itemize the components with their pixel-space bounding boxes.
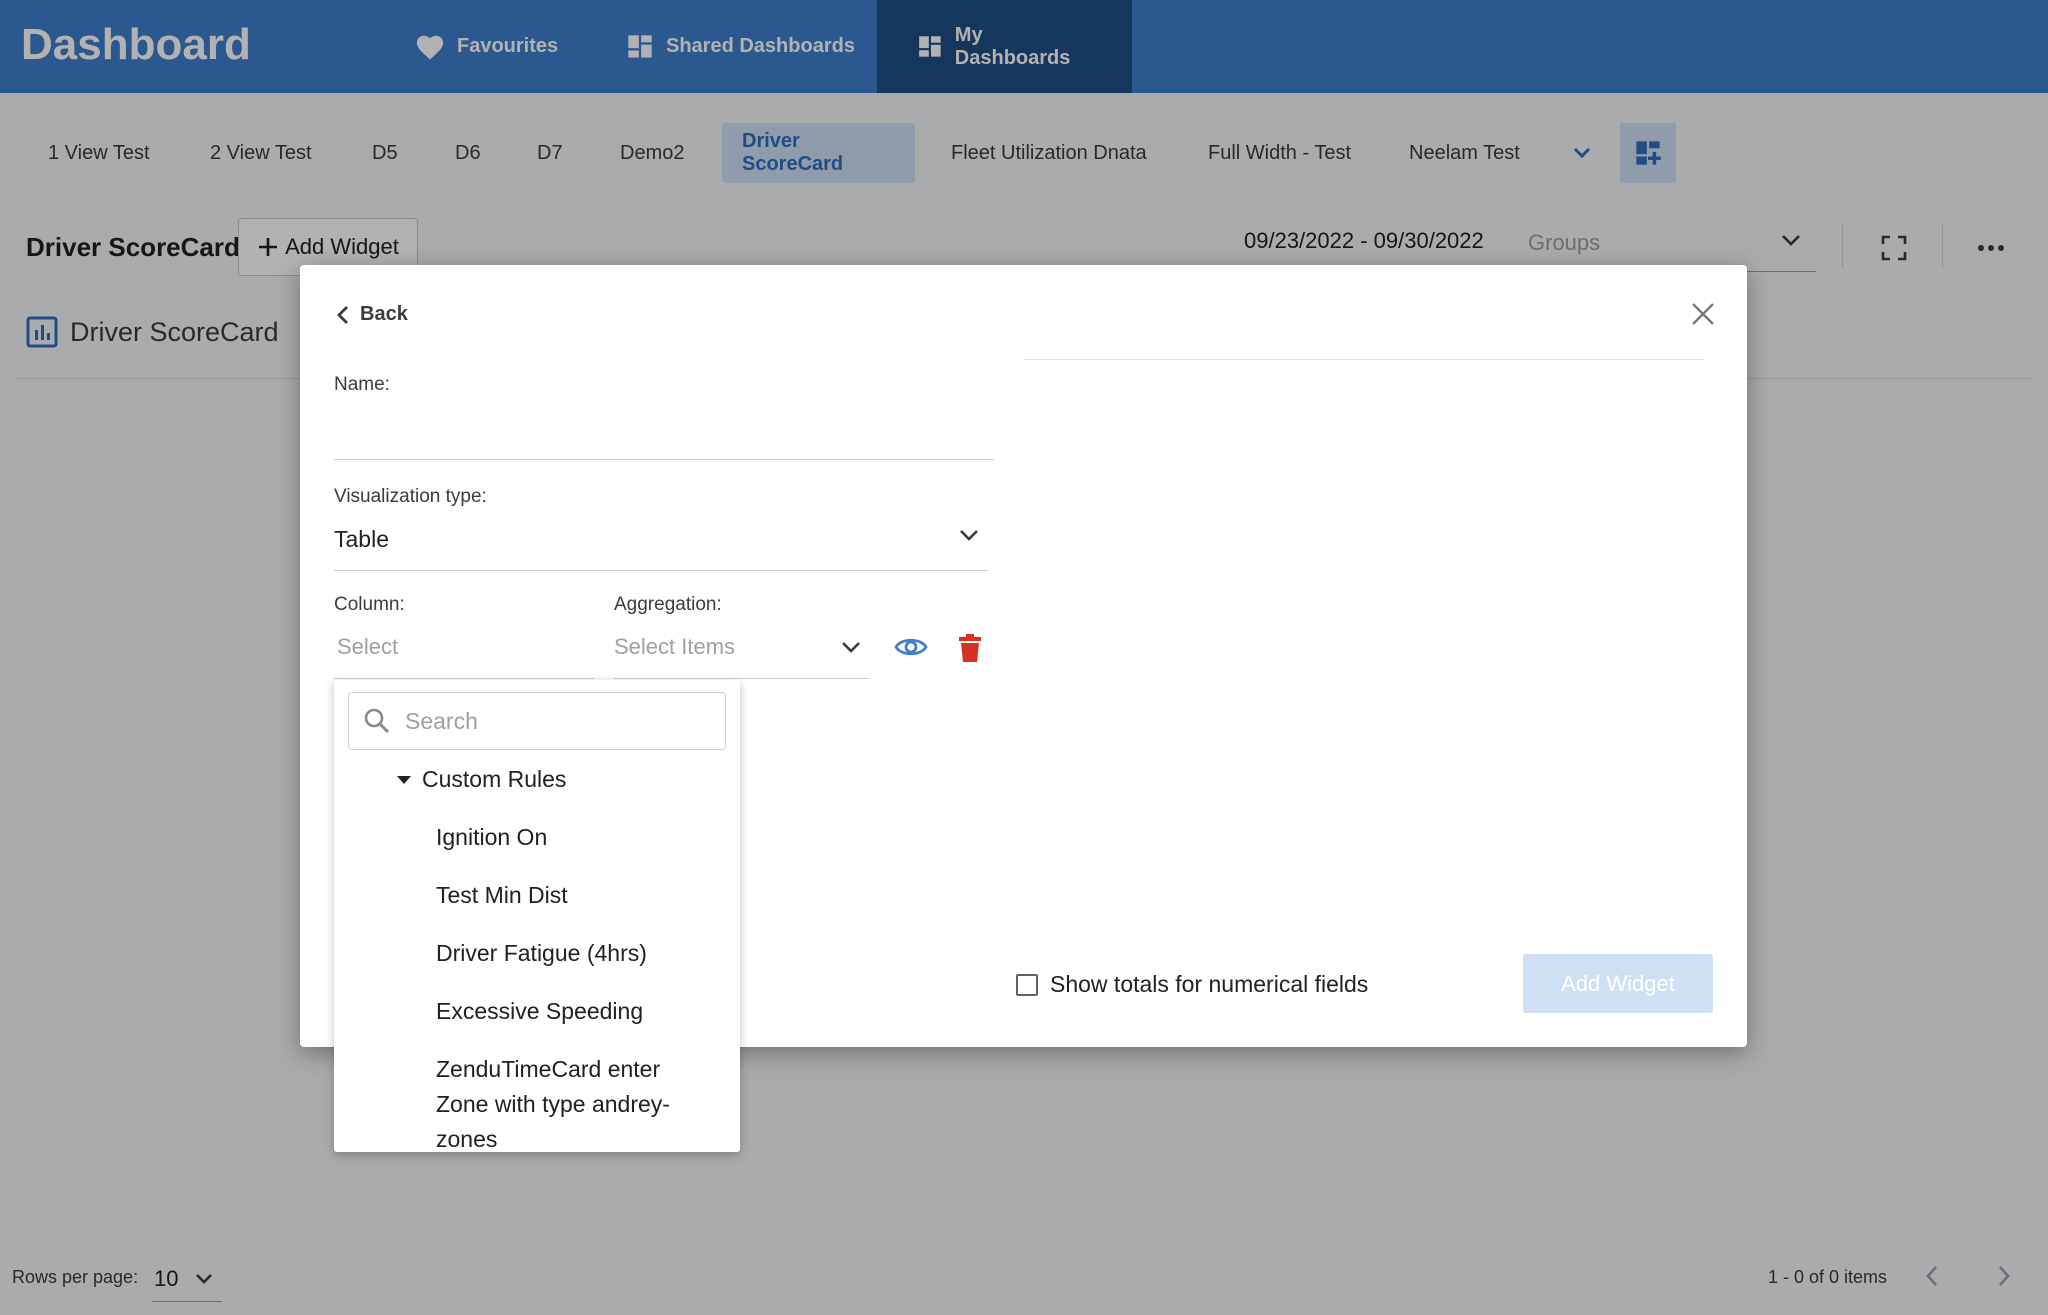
list-item[interactable]: Driver Fatigue (4hrs) [436,936,696,971]
caret-down-icon [397,775,411,784]
show-totals-label: Show totals for numerical fields [1050,971,1369,997]
column-label: Column: [334,594,405,615]
show-totals-option[interactable]: Show totals for numerical fields [1016,971,1368,998]
search-placeholder: Search [405,707,478,734]
modal-add-widget-button[interactable]: Add Widget [1523,954,1713,1013]
search-icon [364,708,390,734]
divider [1024,359,1704,360]
eye-icon[interactable] [894,635,928,659]
aggregation-select[interactable]: Select Items [614,634,735,660]
column-underline [334,678,594,679]
chevron-down-icon[interactable] [840,639,862,655]
trash-icon[interactable] [958,633,982,663]
group-custom-rules[interactable]: Custom Rules [396,766,566,793]
column-select[interactable]: Select [337,634,398,660]
visualization-type-label: Visualization type: [334,486,487,507]
name-underline [334,459,994,460]
aggregation-label: Aggregation: [614,594,722,615]
back-label: Back [360,303,408,325]
close-icon[interactable] [1690,301,1716,327]
group-label: Custom Rules [422,766,567,792]
aggregation-underline [614,678,870,679]
chevron-left-icon [337,305,348,324]
show-totals-checkbox[interactable] [1016,973,1038,996]
visualization-type-select[interactable]: Table [334,526,389,553]
dropdown-search-input[interactable]: Search [348,692,726,750]
back-button[interactable]: Back [336,303,408,326]
list-item[interactable]: ZenduTimeCard enter Zone with type andre… [436,1052,696,1152]
chevron-down-icon[interactable] [958,527,980,543]
visualization-underline [334,570,988,571]
column-dropdown: Search Custom Rules Ignition On Test Min… [334,680,740,1152]
list-item[interactable]: Excessive Speeding [436,994,696,1029]
list-item[interactable]: Test Min Dist [436,878,696,913]
name-label: Name: [334,374,390,395]
list-item[interactable]: Ignition On [436,820,696,855]
